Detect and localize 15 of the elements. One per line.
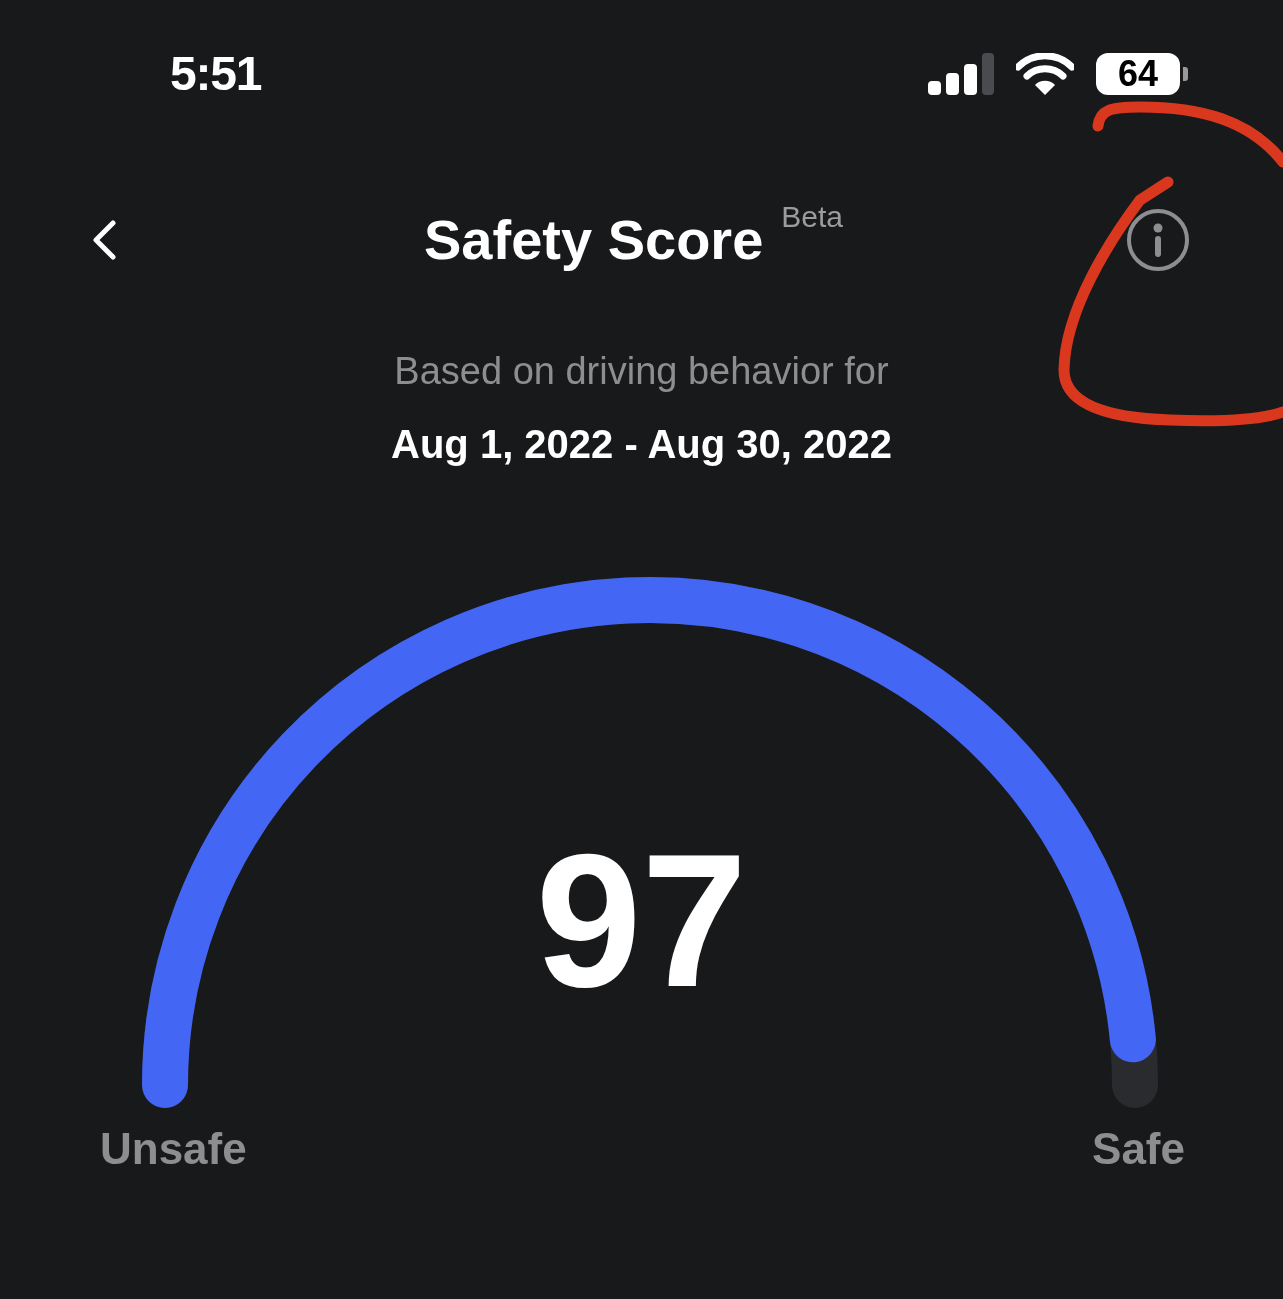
chevron-left-icon [91,220,117,260]
date-range: Aug 1, 2022 - Aug 30, 2022 [391,421,892,468]
battery-tip-icon [1183,66,1188,81]
info-button[interactable] [1127,209,1189,271]
page-title: Safety Score [424,207,764,273]
beta-label: Beta [781,199,843,235]
info-icon [1153,223,1163,257]
wifi-icon [1016,52,1074,95]
safe-label: Safe [1092,1123,1185,1175]
period-caption: Based on driving behavior for [394,349,889,394]
status-time: 5:51 [170,45,262,102]
score-value: 97 [534,825,749,1015]
unsafe-label: Unsafe [100,1123,247,1175]
signal-icon [928,52,994,95]
battery-level: 64 [1096,52,1180,95]
